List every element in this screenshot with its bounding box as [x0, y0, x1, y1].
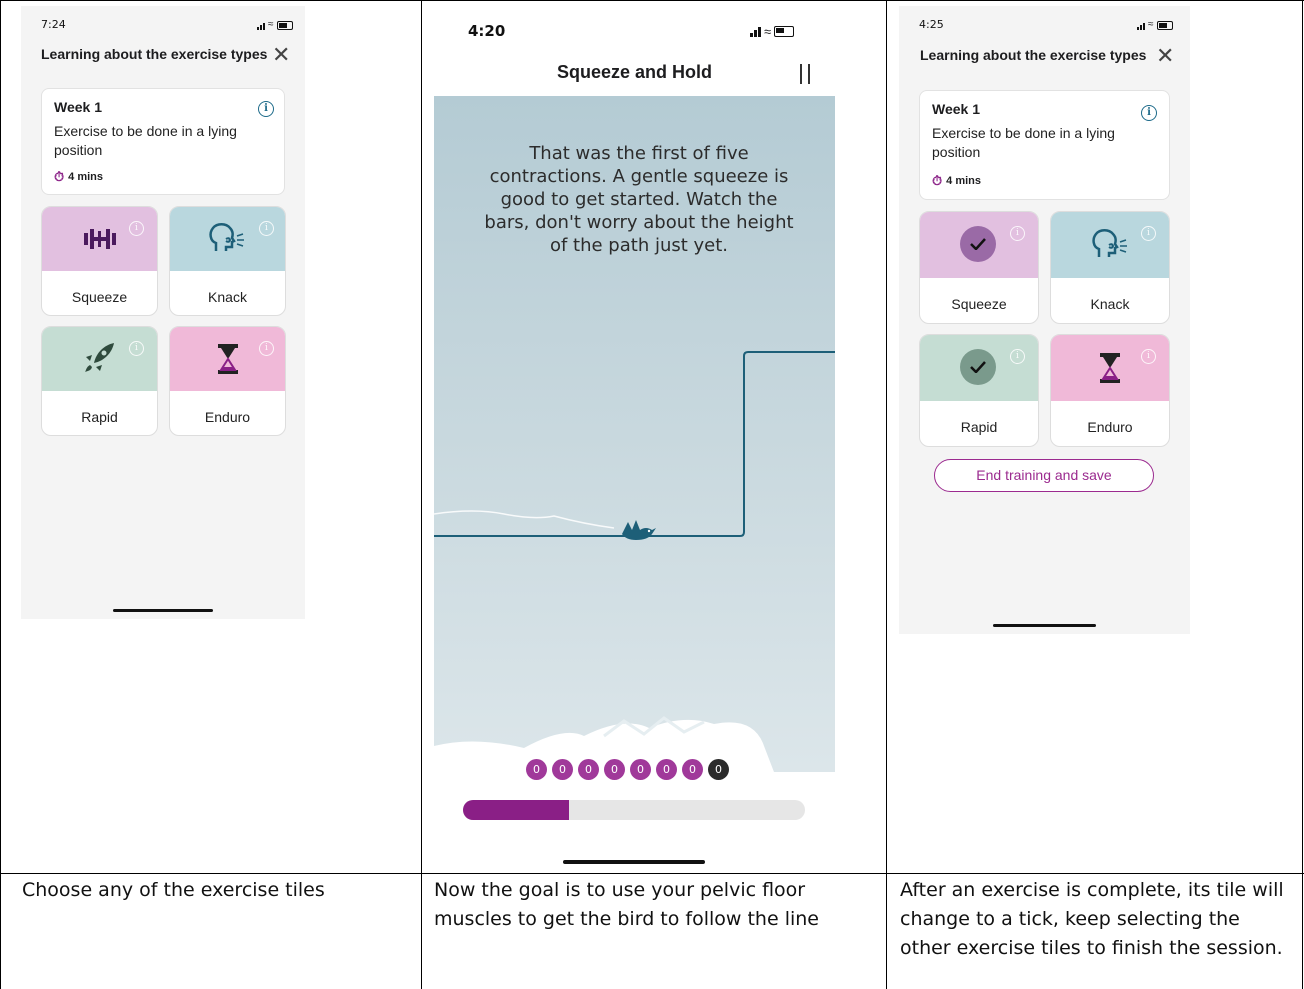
info-icon[interactable]: i [258, 101, 274, 117]
page-title: Learning about the exercise types [920, 47, 1147, 63]
info-icon[interactable]: i [129, 221, 144, 236]
wifi-icon: ≈ [1148, 19, 1154, 30]
phone-screen-2: 4:20 ≈ Squeeze and Hold That was the fir… [434, 6, 835, 872]
bird-icon [622, 520, 656, 540]
wifi-icon: ≈ [268, 19, 274, 30]
close-icon[interactable]: ✕ [1156, 45, 1174, 67]
tile-rapid-completed[interactable]: i Rapid [919, 334, 1039, 447]
tile-enduro[interactable]: i Enduro [169, 326, 286, 436]
progress-bar [463, 800, 805, 820]
week-title: Week 1 [54, 99, 102, 115]
rocket-icon [85, 343, 114, 372]
signal-icon [257, 23, 265, 30]
tile-knack[interactable]: i Knack [1050, 211, 1170, 324]
tile-enduro[interactable]: i Enduro [1050, 334, 1170, 447]
wifi-icon: ≈ [764, 24, 772, 39]
tile-label: Squeeze [71, 289, 128, 305]
status-time: 4:25 [919, 18, 944, 31]
tile-label: Enduro [1087, 419, 1133, 435]
contraction-dot: 0 [552, 759, 573, 780]
contraction-dot-current: 0 [708, 759, 729, 780]
battery-icon [774, 26, 795, 37]
duration-text: 4 mins [68, 171, 103, 183]
info-icon[interactable]: i [259, 221, 274, 236]
tile-label: Rapid [960, 419, 998, 435]
status-icons: ≈ [1137, 20, 1173, 30]
phone-screen-3: 4:25 ≈ Learning about the exercise types… [899, 6, 1190, 634]
table-border-top [0, 0, 1304, 1]
home-indicator [113, 609, 213, 612]
battery-icon [1156, 21, 1173, 30]
tile-squeeze-completed[interactable]: i Squeeze [919, 211, 1039, 324]
duration-text: 4 mins [946, 175, 981, 187]
status-time: 7:24 [41, 18, 66, 31]
week-description: Exercise to be done in a lying position [932, 125, 1115, 160]
tile-knack[interactable]: i Knack [169, 206, 286, 316]
tile-label: Knack [208, 289, 247, 305]
duration: ⏱ 4 mins [932, 173, 981, 189]
home-indicator [993, 624, 1096, 627]
caption-col2: Now the goal is to use your pelvic floor… [434, 879, 819, 930]
week-description: Exercise to be done in a lying position [54, 123, 237, 158]
info-icon[interactable]: i [259, 341, 274, 356]
info-icon[interactable]: i [1010, 349, 1025, 364]
signal-icon [750, 27, 761, 37]
contraction-dot: 0 [578, 759, 599, 780]
week-card: Week 1 i Exercise to be done in a lying … [41, 88, 285, 195]
hourglass-icon [1100, 353, 1120, 383]
week-card: Week 1 i Exercise to be done in a lying … [919, 90, 1170, 200]
status-time: 4:20 [468, 22, 506, 40]
tile-squeeze[interactable]: i Squeeze [41, 206, 158, 316]
check-icon [960, 226, 996, 262]
head-cough-icon [209, 223, 244, 251]
table-divider-col2 [886, 0, 887, 989]
close-icon[interactable]: ✕ [272, 44, 290, 66]
contraction-dot: 0 [526, 759, 547, 780]
table-border-right [1302, 0, 1303, 989]
progress-fill [463, 800, 570, 820]
end-training-button[interactable]: End training and save [934, 459, 1154, 492]
table-divider-col1 [421, 0, 422, 989]
timer-icon: ⏱ [54, 169, 65, 184]
tile-label: Squeeze [951, 296, 1007, 312]
tile-label: Knack [1090, 296, 1130, 312]
path-line [434, 351, 835, 772]
signal-icon [1137, 23, 1145, 30]
contraction-dot: 0 [630, 759, 651, 780]
game-title: Squeeze and Hold [556, 62, 713, 82]
tile-rapid[interactable]: i Rapid [41, 326, 158, 436]
page-title: Learning about the exercise types [41, 46, 268, 62]
timer-icon: ⏱ [932, 173, 943, 188]
caption-col3: After an exercise is complete, its tile … [900, 879, 1284, 959]
pause-icon[interactable] [800, 64, 812, 84]
phone-screen-1: 7:24 ≈ Learning about the exercise types… [21, 6, 305, 619]
table-row-divider [0, 873, 1304, 874]
info-icon[interactable]: i [1141, 226, 1156, 241]
table-border-left [0, 0, 1, 989]
head-cough-icon [1092, 229, 1127, 257]
home-indicator [563, 860, 705, 864]
week-title: Week 1 [932, 101, 980, 117]
status-icons: ≈ [257, 20, 293, 30]
duration: ⏱ 4 mins [54, 169, 103, 185]
check-icon [960, 349, 996, 385]
tile-label: Rapid [81, 409, 118, 425]
contraction-dot: 0 [656, 759, 677, 780]
info-icon[interactable]: i [1141, 105, 1157, 121]
hourglass-icon [218, 344, 238, 374]
game-area: That was the first of five contractions.… [434, 96, 835, 772]
caption-col1: Choose any of the exercise tiles [22, 879, 325, 901]
info-icon[interactable]: i [1141, 349, 1156, 364]
contraction-dot: 0 [682, 759, 703, 780]
status-icons: ≈ [750, 24, 795, 39]
info-icon[interactable]: i [129, 341, 144, 356]
tile-label: Enduro [204, 409, 251, 425]
info-icon[interactable]: i [1010, 226, 1025, 241]
battery-icon [276, 21, 293, 30]
contraction-dot: 0 [604, 759, 625, 780]
contraction-dots: 0 0 0 0 0 0 0 0 [526, 759, 729, 780]
dumbbell-icon [84, 229, 116, 249]
